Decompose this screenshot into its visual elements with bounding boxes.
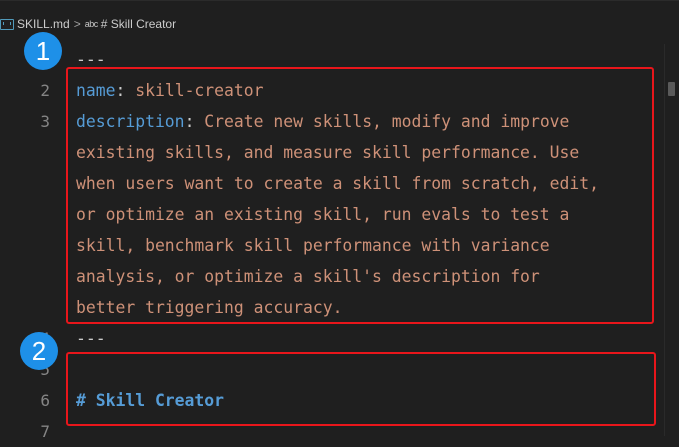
line-number: 3: [40, 112, 50, 131]
markdown-file-icon: [0, 18, 14, 30]
line-number: 6: [40, 391, 50, 410]
line-text[interactable]: ---: [76, 323, 106, 354]
line-number: 7: [40, 422, 50, 441]
code-line[interactable]: 4 ---: [0, 323, 664, 354]
annotation-badge-1: 1: [24, 32, 62, 70]
annotation-badge-2: 2: [20, 332, 58, 370]
scrollbar-thumb[interactable]: [668, 82, 675, 96]
breadcrumb-symbol[interactable]: # Skill Creator: [101, 17, 176, 31]
string-symbol-icon: abc: [84, 19, 99, 29]
heading-highlight-box: [66, 352, 656, 426]
breadcrumb-separator: >: [73, 17, 81, 31]
vertical-scrollbar[interactable]: [664, 44, 679, 436]
breadcrumb: SKILL.md > abc # Skill Creator: [0, 0, 679, 45]
line-number: 2: [40, 81, 50, 100]
frontmatter-highlight-box: [66, 67, 654, 324]
breadcrumb-file[interactable]: SKILL.md: [17, 17, 70, 31]
